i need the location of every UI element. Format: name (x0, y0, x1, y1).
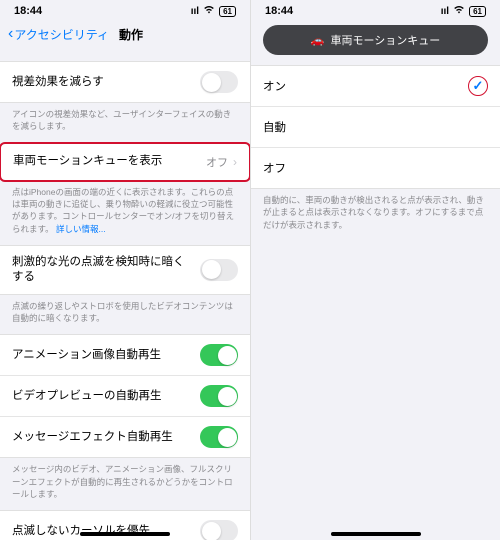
footer-vehicle-motion-cues: 点はiPhoneの画面の端の近くに表示されます。これらの点は車両の動きに追従し、… (0, 181, 250, 245)
row-autoplay-video[interactable]: ビデオプレビューの自動再生 (0, 375, 250, 416)
row-dim-flashing[interactable]: 刺激的な光の点滅を検知時に暗くする (0, 246, 250, 294)
battery-icon: 61 (219, 6, 236, 17)
option-auto-label: 自動 (263, 119, 286, 135)
row-autoplay-message-effects[interactable]: メッセージエフェクト自動再生 (0, 416, 250, 457)
home-indicator-r[interactable] (331, 532, 421, 536)
footer-autoplay: メッセージ内のビデオ、アニメーション画像、フルスクリーンエフェクトが自動的に再生… (0, 458, 250, 510)
option-on-label: オン (263, 78, 286, 94)
signal-icon-r: ııl (441, 6, 449, 17)
footer-options: 自動的に、車両の動きが検出されると点が表示され、動きが止まると点は表示されなくな… (251, 189, 500, 241)
left-phone: 18:44 ııl 61 ‹ アクセシビリティ 動作 視差効果を減らす アイコン… (0, 0, 250, 540)
status-time-r: 18:44 (265, 5, 293, 17)
group-options: オン ✓ 自動 オフ (251, 65, 500, 189)
chevron-left-icon: ‹ (8, 25, 13, 43)
toggle-reduce-motion[interactable] (200, 71, 238, 93)
row-reduce-motion[interactable]: 視差効果を減らす (0, 62, 250, 102)
signal-icon: ııl (191, 6, 199, 17)
disclosure-vehicle-motion-cues: オフ › (206, 154, 237, 170)
back-button[interactable]: ‹ アクセシビリティ (8, 25, 109, 43)
toggle-dim-flashing[interactable] (200, 259, 238, 281)
chevron-right-icon: › (233, 155, 237, 169)
link-more-info[interactable]: 詳しい情報... (56, 224, 106, 234)
settings-scroll[interactable]: 視差効果を減らす アイコンの視差効果など、ユーザインターフェイスの動きを減らしま… (0, 53, 250, 540)
back-label: アクセシビリティ (14, 26, 109, 43)
nav-title: 動作 (119, 26, 143, 43)
status-bar-r: 18:44 ııl 61 (251, 0, 500, 19)
row-autoplay-animation[interactable]: アニメーション画像自動再生 (0, 335, 250, 375)
option-off[interactable]: オフ (251, 147, 500, 188)
toggle-autoplay-video[interactable] (200, 385, 238, 407)
right-phone: 18:44 ııl 61 🚗 車両モーションキュー オン ✓ 自動 (250, 0, 500, 540)
nav-bar: ‹ アクセシビリティ 動作 (0, 19, 250, 53)
label-autoplay-video: ビデオプレビューの自動再生 (12, 389, 200, 404)
checkmark-icon: ✓ (473, 78, 484, 94)
value-vehicle-motion-cues: オフ (206, 154, 228, 170)
wifi-icon (203, 5, 215, 17)
toggle-autoplay-message-effects[interactable] (200, 426, 238, 448)
footer-reduce-motion: アイコンの視差効果など、ユーザインターフェイスの動きを減らします。 (0, 103, 250, 143)
label-autoplay-animation: アニメーション画像自動再生 (12, 348, 200, 363)
status-time: 18:44 (14, 5, 42, 17)
title-pill: 🚗 車両モーションキュー (263, 25, 488, 55)
status-bar: 18:44 ııl 61 (0, 0, 250, 19)
option-auto[interactable]: 自動 (251, 106, 500, 147)
status-right: ııl 61 (191, 5, 236, 17)
label-autoplay-message-effects: メッセージエフェクト自動再生 (12, 430, 200, 445)
check-ring-icon: ✓ (468, 76, 488, 96)
footer-dim-flashing: 点滅の繰り返しやストロボを使用したビデオコンテンツは自動的に暗くなります。 (0, 295, 250, 335)
group-autoplay: アニメーション画像自動再生 ビデオプレビューの自動再生 メッセージエフェクト自動… (0, 334, 250, 458)
wifi-icon-r (453, 5, 465, 17)
label-dim-flashing: 刺激的な光の点滅を検知時に暗くする (12, 255, 200, 285)
group-vehicle-motion-cues: 車両モーションキューを表示 オフ › (0, 142, 250, 182)
car-icon: 🚗 (311, 34, 325, 47)
option-on[interactable]: オン ✓ (251, 66, 500, 106)
battery-icon-r: 61 (469, 6, 486, 17)
home-indicator[interactable] (80, 532, 170, 536)
toggle-cursor-blink[interactable] (200, 520, 238, 540)
title-pill-label: 車両モーションキュー (330, 32, 440, 48)
group-reduce-motion: 視差効果を減らす (0, 61, 250, 103)
row-vehicle-motion-cues[interactable]: 車両モーションキューを表示 オフ › (1, 144, 249, 180)
status-right-r: ııl 61 (441, 5, 486, 17)
label-reduce-motion: 視差効果を減らす (12, 75, 200, 90)
check-wrap-on: ✓ (468, 76, 488, 96)
label-vehicle-motion-cues: 車両モーションキューを表示 (13, 154, 206, 169)
toggle-autoplay-animation[interactable] (200, 344, 238, 366)
group-dim-flashing: 刺激的な光の点滅を検知時に暗くする (0, 245, 250, 295)
option-off-label: オフ (263, 160, 286, 176)
